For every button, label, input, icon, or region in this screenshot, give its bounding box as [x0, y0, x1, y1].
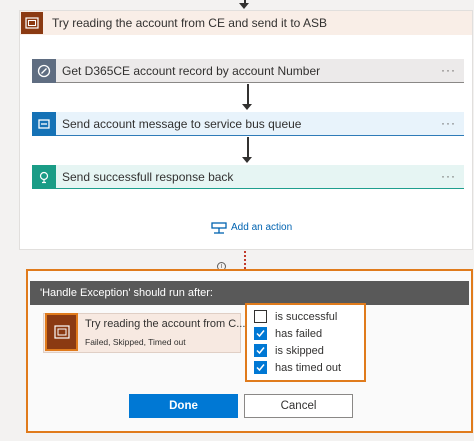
- checkbox-checked[interactable]: [254, 327, 267, 340]
- action-send-to-service-bus[interactable]: Send account message to service bus queu…: [32, 111, 464, 136]
- dynamics-icon: [32, 58, 56, 83]
- condition-is-successful[interactable]: is successful: [254, 308, 337, 325]
- connector-arrow: [242, 157, 252, 163]
- checkbox-unchecked[interactable]: [254, 310, 267, 323]
- predecessor-statuses: Failed, Skipped, Timed out: [85, 337, 186, 347]
- add-action-label: Add an action: [231, 221, 293, 233]
- service-bus-icon: [32, 111, 56, 136]
- more-options-icon[interactable]: ···: [441, 116, 456, 130]
- predecessor-title: Try reading the account from C...: [85, 318, 246, 330]
- connector-line: [247, 84, 249, 106]
- condition-has-failed[interactable]: has failed: [254, 325, 322, 342]
- checkmark-icon: [256, 364, 265, 372]
- cancel-button[interactable]: Cancel: [244, 394, 353, 418]
- action-send-response[interactable]: Send successfull response back ···: [32, 164, 464, 189]
- more-options-icon[interactable]: ···: [441, 63, 456, 77]
- condition-label: is successful: [275, 310, 338, 323]
- checkbox-checked[interactable]: [254, 361, 267, 374]
- checkmark-icon: [256, 330, 265, 338]
- action-label: Send successfull response back: [62, 169, 234, 184]
- condition-label: has failed: [275, 327, 323, 340]
- more-options-icon[interactable]: ···: [441, 169, 456, 183]
- checkmark-icon: [256, 347, 265, 355]
- condition-label: is skipped: [275, 344, 324, 357]
- connector-line: [247, 137, 249, 159]
- scope-icon: [21, 12, 43, 34]
- connector-arrow: [242, 104, 252, 110]
- condition-label: has timed out: [275, 361, 342, 374]
- scope-title: Try reading the account from CE and send…: [52, 16, 328, 30]
- action-label: Send account message to service bus queu…: [62, 116, 302, 131]
- action-get-account[interactable]: Get D365CE account record by account Num…: [32, 58, 464, 83]
- add-action-icon: [211, 222, 227, 234]
- response-icon: [32, 164, 56, 189]
- run-after-header: 'Handle Exception' should run after:: [30, 281, 469, 305]
- scope-icon: [45, 313, 78, 351]
- checkbox-checked[interactable]: [254, 344, 267, 357]
- condition-has-timed-out[interactable]: has timed out: [254, 359, 341, 376]
- scope-header[interactable]: Try reading the account from CE and send…: [20, 11, 472, 35]
- action-label: Get D365CE account record by account Num…: [62, 63, 321, 78]
- top-connector-arrow: [239, 3, 249, 9]
- add-action-link[interactable]: Add an action: [211, 219, 292, 235]
- condition-is-skipped[interactable]: is skipped: [254, 342, 324, 359]
- done-button[interactable]: Done: [129, 394, 238, 418]
